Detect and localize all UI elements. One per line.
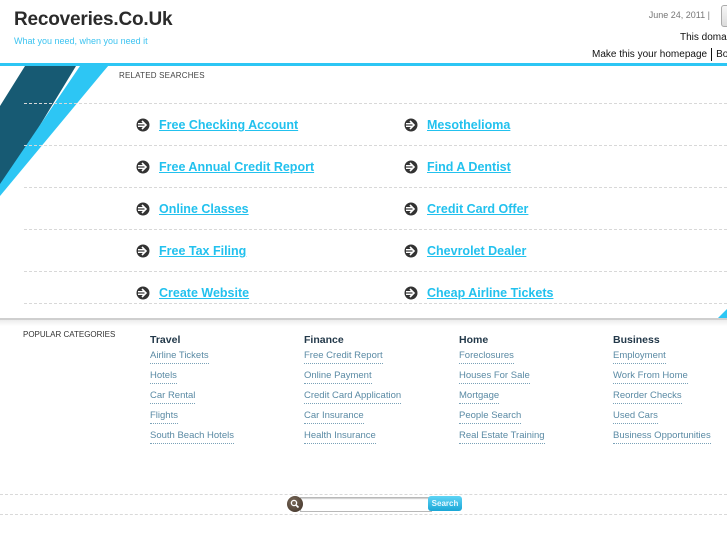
- search-input[interactable]: [300, 497, 432, 512]
- search-button[interactable]: Search: [428, 496, 462, 511]
- circle-arrow-right-icon: [404, 160, 418, 174]
- related-link[interactable]: Online Classes: [159, 202, 249, 216]
- circle-arrow-right-icon: [136, 202, 150, 216]
- category-column-finance: Finance Free Credit Report Online Paymen…: [304, 334, 402, 449]
- category-link[interactable]: Free Credit Report: [304, 349, 383, 364]
- circle-arrow-right-icon: [404, 244, 418, 258]
- related-item[interactable]: Free Checking Account: [136, 118, 298, 132]
- category-link[interactable]: Car Rental: [150, 389, 196, 404]
- category-link[interactable]: Online Payment: [304, 369, 372, 384]
- related-row: Online Classes Credit Card Offer: [24, 187, 727, 229]
- bookmark-link[interactable]: Bo: [716, 49, 727, 60]
- category-link[interactable]: Reorder Checks: [613, 389, 682, 404]
- panel-shadow: [0, 320, 727, 326]
- related-row: Free Checking Account Mesothelioma: [24, 103, 727, 145]
- related-link[interactable]: Free Annual Credit Report: [159, 160, 314, 174]
- related-item[interactable]: Online Classes: [136, 202, 249, 216]
- category-link[interactable]: Flights: [150, 409, 178, 424]
- related-link[interactable]: Cheap Airline Tickets: [427, 286, 553, 300]
- make-homepage-link[interactable]: Make this your homepage: [592, 49, 707, 60]
- related-item[interactable]: Find A Dentist: [404, 160, 511, 174]
- related-item[interactable]: Free Annual Credit Report: [136, 160, 314, 174]
- circle-arrow-right-icon: [404, 118, 418, 132]
- related-link[interactable]: Find A Dentist: [427, 160, 511, 174]
- category-link[interactable]: Used Cars: [613, 409, 658, 424]
- category-link[interactable]: Car Insurance: [304, 409, 364, 424]
- category-link[interactable]: Real Estate Training: [459, 429, 545, 444]
- site-tagline: What you need, when you need it: [14, 36, 148, 46]
- related-item[interactable]: Cheap Airline Tickets: [404, 286, 553, 300]
- category-link[interactable]: People Search: [459, 409, 522, 424]
- category-link[interactable]: Employment: [613, 349, 666, 364]
- category-link[interactable]: Work From Home: [613, 369, 688, 384]
- related-link[interactable]: Free Tax Filing: [159, 244, 246, 258]
- circle-arrow-right-icon: [136, 118, 150, 132]
- category-heading: Travel: [150, 334, 181, 346]
- related-item[interactable]: Free Tax Filing: [136, 244, 246, 258]
- category-link[interactable]: Airline Tickets: [150, 349, 209, 364]
- category-column-travel: Travel Airline Tickets Hotels Car Rental…: [150, 334, 234, 449]
- related-row: Create Website Cheap Airline Tickets: [24, 271, 727, 304]
- related-link[interactable]: Credit Card Offer: [427, 202, 528, 216]
- category-link[interactable]: Hotels: [150, 369, 177, 384]
- related-item[interactable]: Create Website: [136, 286, 249, 300]
- related-link[interactable]: Free Checking Account: [159, 118, 298, 132]
- circle-arrow-right-icon: [404, 202, 418, 216]
- top-right-button[interactable]: [721, 5, 727, 27]
- related-searches-label: RELATED SEARCHES: [119, 71, 205, 80]
- link-divider: [711, 48, 713, 61]
- category-column-business: Business Employment Work From Home Reord…: [613, 334, 711, 449]
- circle-arrow-right-icon: [136, 160, 150, 174]
- circle-arrow-right-icon: [136, 286, 150, 300]
- related-link[interactable]: Chevrolet Dealer: [427, 244, 526, 258]
- category-link[interactable]: South Beach Hotels: [150, 429, 234, 444]
- category-link[interactable]: Mortgage: [459, 389, 500, 404]
- popular-categories-label: POPULAR CATEGORIES: [23, 330, 116, 339]
- date-display: June 24, 2011 |: [649, 10, 710, 20]
- related-item[interactable]: Chevrolet Dealer: [404, 244, 526, 258]
- category-heading: Business: [613, 334, 660, 346]
- related-row: Free Annual Credit Report Find A Dentist: [24, 145, 727, 187]
- category-heading: Finance: [304, 334, 344, 346]
- circle-arrow-right-icon: [404, 286, 418, 300]
- related-item[interactable]: Credit Card Offer: [404, 202, 528, 216]
- date-text: June 24, 2011: [648, 10, 706, 20]
- homepage-links: Make this your homepage Bo: [592, 48, 727, 61]
- date-separator: |: [707, 10, 710, 20]
- category-heading: Home: [459, 334, 489, 346]
- category-link[interactable]: Houses For Sale: [459, 369, 530, 384]
- category-column-home: Home Foreclosures Houses For Sale Mortga…: [459, 334, 545, 449]
- category-link[interactable]: Health Insurance: [304, 429, 376, 444]
- site-title[interactable]: Recoveries.Co.Uk: [14, 9, 173, 31]
- category-link[interactable]: Credit Card Application: [304, 389, 402, 404]
- related-link[interactable]: Mesothelioma: [427, 118, 510, 132]
- related-row: Free Tax Filing Chevrolet Dealer: [24, 229, 727, 271]
- circle-arrow-right-icon: [136, 244, 150, 258]
- related-item[interactable]: Mesothelioma: [404, 118, 510, 132]
- related-link[interactable]: Create Website: [159, 286, 249, 300]
- domain-notice: This doma: [680, 32, 727, 43]
- site-header: Recoveries.Co.Uk What you need, when you…: [0, 0, 727, 64]
- magnifier-icon: [287, 496, 303, 512]
- category-link[interactable]: Foreclosures: [459, 349, 514, 364]
- category-link[interactable]: Business Opportunities: [613, 429, 711, 444]
